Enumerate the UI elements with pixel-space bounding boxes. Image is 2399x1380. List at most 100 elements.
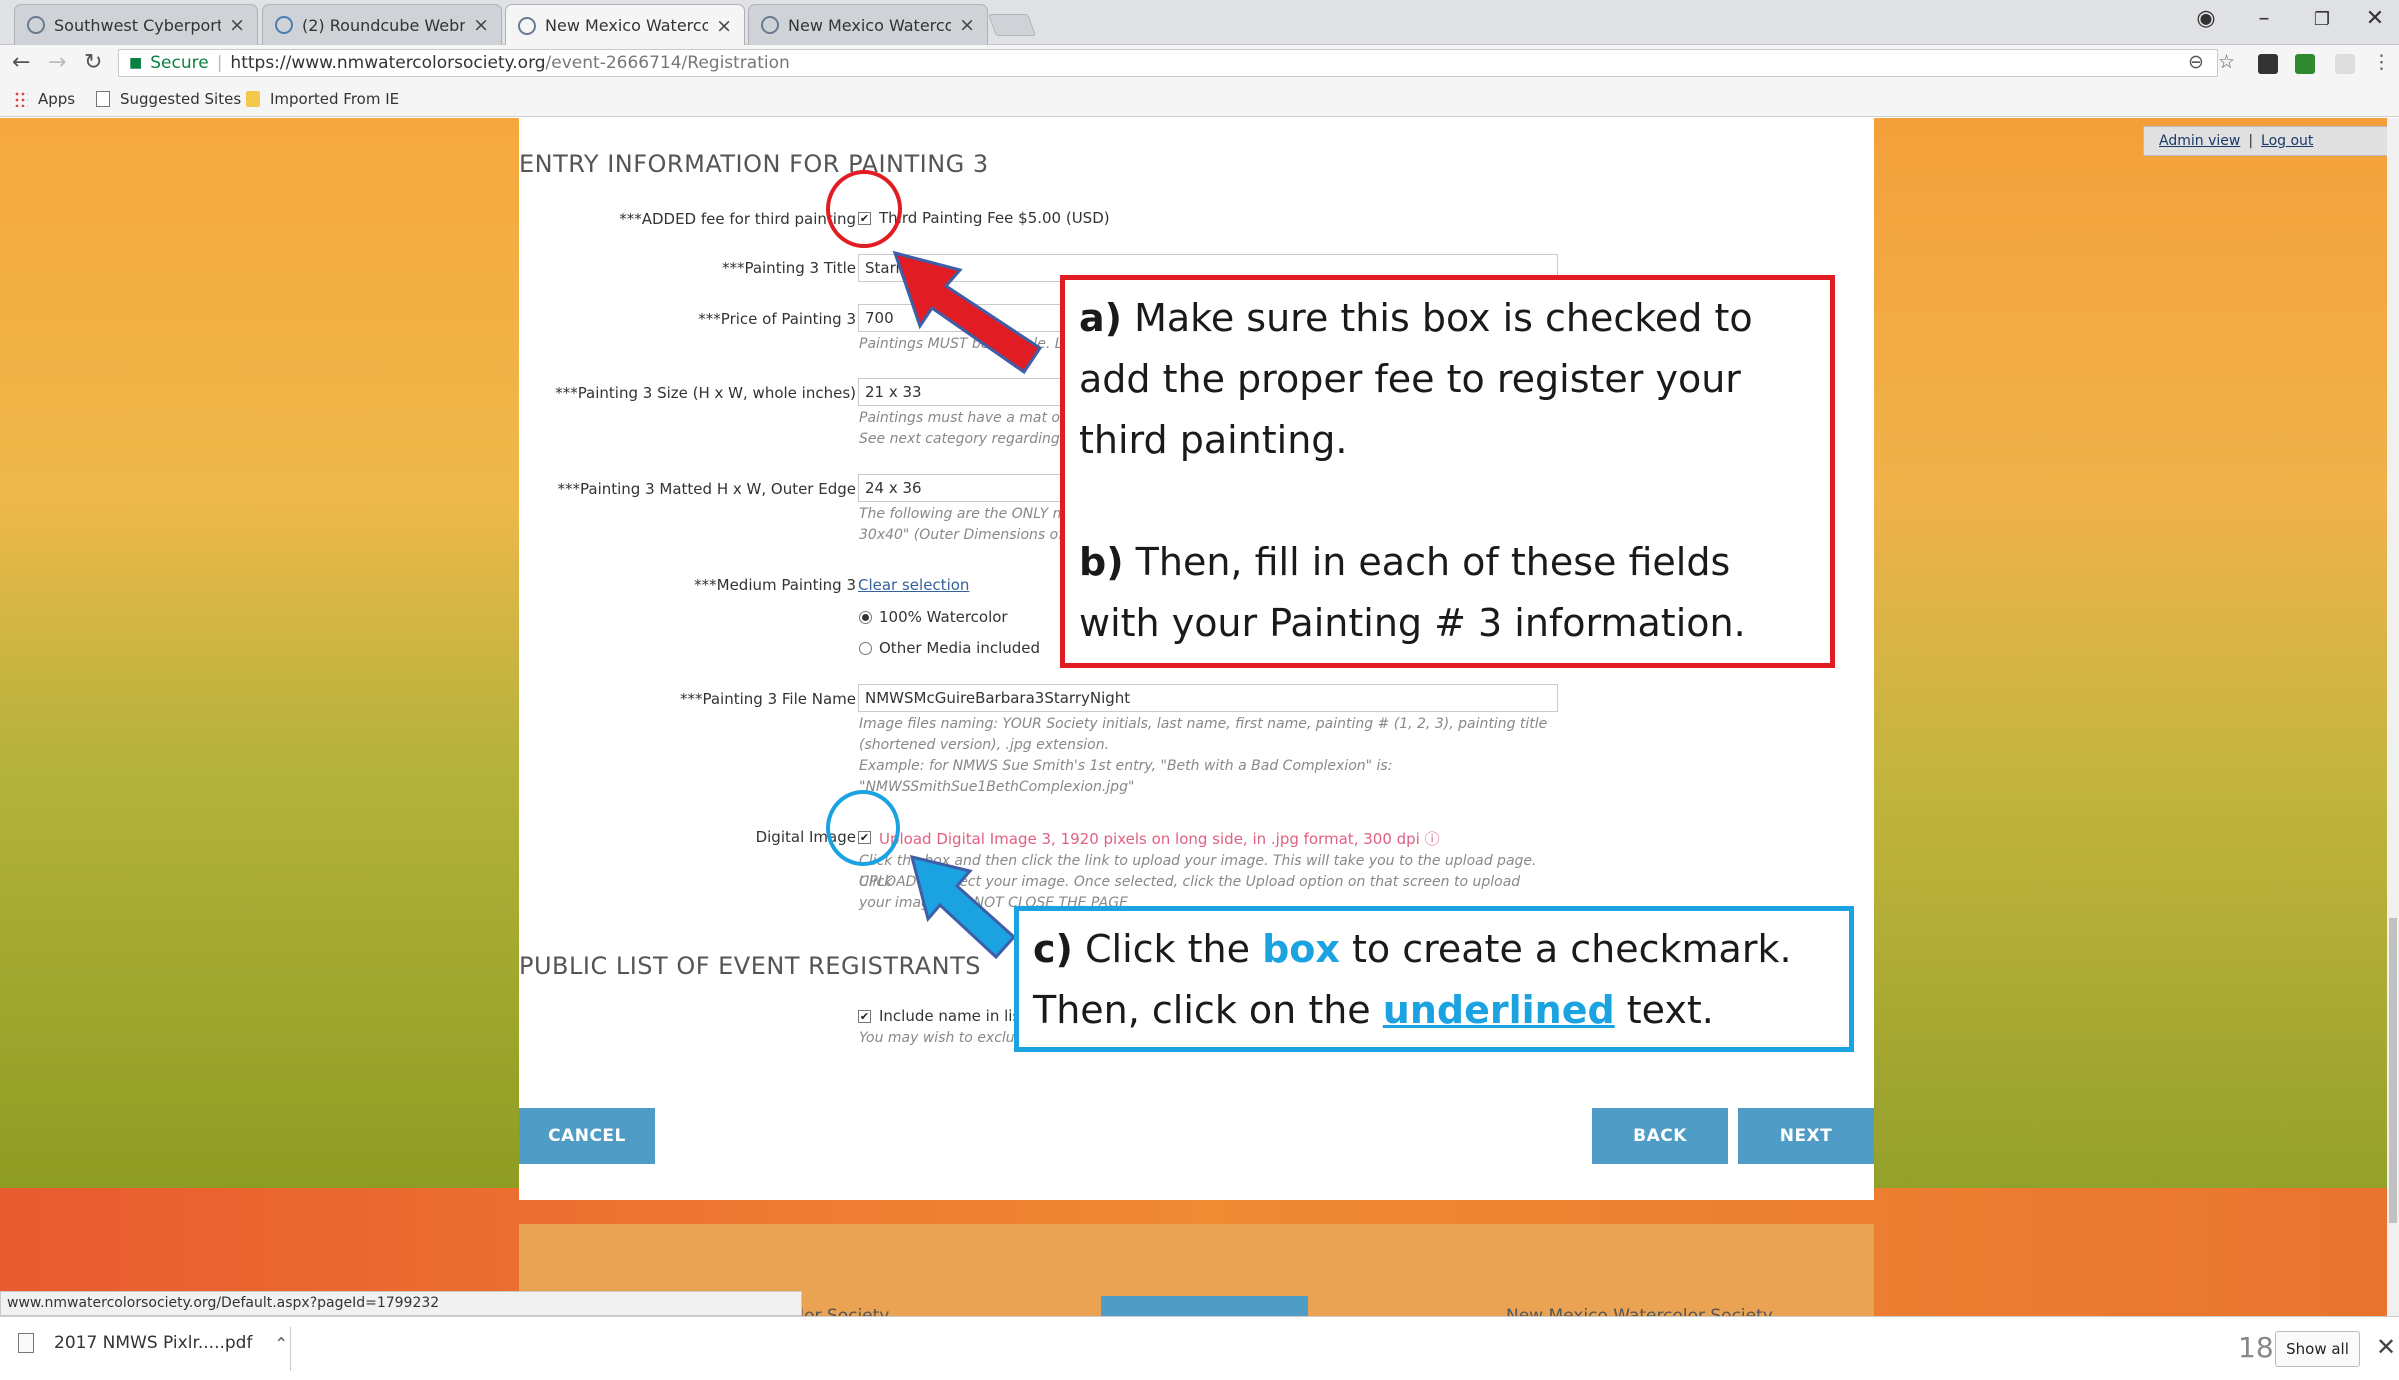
tab-title: New Mexico Watercolor <box>788 15 951 35</box>
file-help-1: Image files naming: YOUR Society initial… <box>859 716 1548 732</box>
globe-icon <box>761 16 779 34</box>
section-title-entry: ENTRY INFORMATION FOR PAINTING 3 <box>519 150 989 178</box>
secure-label: Secure <box>150 53 209 73</box>
url-host: https://www.nmwatercolorsociety.org <box>230 53 546 73</box>
file-help-3: Example: for NMWS Sue Smith's 1st entry,… <box>859 758 1393 774</box>
admin-separator: | <box>2248 133 2254 149</box>
callout-c-box: box <box>1262 927 1340 971</box>
folder-icon <box>246 91 260 107</box>
lock-icon: ■ <box>129 55 143 71</box>
menu-icon[interactable]: ⋮ <box>2372 51 2391 73</box>
bookmark-star-icon[interactable]: ☆ <box>2218 51 2235 73</box>
back-arrow-icon[interactable]: ← <box>12 50 30 75</box>
background-art-right <box>1874 118 2399 1198</box>
new-tab-button[interactable] <box>987 14 1037 36</box>
pdf-file-icon <box>18 1333 34 1353</box>
annotation-callout-a: a) Make sure this box is checked to add … <box>1060 275 1835 668</box>
radio-100-watercolor[interactable] <box>859 611 872 624</box>
radio-label-watercolor: 100% Watercolor <box>879 608 1008 626</box>
footer-right-text: New Mexico Watercolor Society <box>1506 1306 1773 1316</box>
fee-option-label: Third Painting Fee $5.00 (USD) <box>879 209 1110 227</box>
address-bar: ← → ↻ ■ Secure | https://www.nmwatercolo… <box>0 45 2399 82</box>
radio-other-media[interactable] <box>859 642 872 655</box>
include-name-checkbox[interactable]: ✔ <box>858 1010 871 1023</box>
extension-shield-icon[interactable] <box>2295 54 2315 74</box>
roundcube-icon <box>275 16 293 34</box>
tab-roundcube[interactable]: (2) Roundcube Webmail × <box>262 4 502 45</box>
apps-grid-icon <box>14 91 28 107</box>
size-label: ***Painting 3 Size (H x W, whole inches) <box>555 384 856 402</box>
url-path: /event-2666714/Registration <box>545 53 790 73</box>
restore-button[interactable]: ❐ <box>2302 9 2342 30</box>
bookmark-imported-from-ie[interactable]: Imported From IE <box>246 90 399 108</box>
minimize-button[interactable]: – <box>2244 6 2284 31</box>
globe-icon <box>27 16 45 34</box>
footer-button[interactable] <box>1101 1296 1308 1316</box>
admin-view-link[interactable]: Admin view <box>2159 133 2240 149</box>
close-download-bar-icon[interactable]: ✕ <box>2376 1333 2396 1361</box>
matted-label: ***Painting 3 Matted H x W, Outer Edge <box>557 480 856 498</box>
close-tab-icon[interactable]: × <box>229 14 245 36</box>
download-item[interactable]: 2017 NMWS Pixlr.....pdf ⌃ <box>18 1333 288 1353</box>
file-help-2: (shortened version), .jpg extension. <box>859 737 1110 753</box>
extension-icon[interactable] <box>2258 54 2278 74</box>
annotation-blue-arrow <box>909 854 1017 960</box>
profile-icon[interactable]: ◉ <box>2186 6 2226 31</box>
callout-c-underlined: underlined <box>1382 988 1615 1032</box>
forward-arrow-icon[interactable]: → <box>48 50 66 75</box>
show-all-button[interactable]: Show all <box>2275 1331 2360 1367</box>
back-button[interactable]: BACK <box>1592 1108 1728 1164</box>
reload-icon[interactable]: ↻ <box>84 50 102 75</box>
footer-left-text: olor Society <box>789 1306 890 1316</box>
zoom-icon[interactable]: ⊖ <box>2188 51 2204 73</box>
tab-title: Southwest Cyberport: W <box>54 15 222 35</box>
download-bar: 2017 NMWS Pixlr.....pdf ⌃ 18 Show all ✕ <box>0 1316 2399 1380</box>
next-button[interactable]: NEXT <box>1738 1108 1874 1164</box>
callout-a-lead: a) <box>1079 296 1123 340</box>
file-help-4: "NMWSSmithSue1BethComplexion.jpg" <box>859 779 1135 795</box>
bookmark-apps[interactable]: Apps <box>14 90 75 108</box>
tab-nmws-active[interactable]: New Mexico Watercolor × <box>505 4 745 46</box>
annotation-blue-circle <box>826 790 900 866</box>
globe-icon <box>518 16 536 35</box>
url-input[interactable]: ■ Secure | https://www.nmwatercolorsocie… <box>118 49 2218 77</box>
callout-c-text-3: text. <box>1614 988 1714 1032</box>
page-icon <box>96 91 110 107</box>
callout-c-lead: c) <box>1033 927 1073 971</box>
annotation-red-arrow <box>892 250 1043 375</box>
close-tab-icon[interactable]: × <box>716 15 732 37</box>
scrollbar-thumb[interactable] <box>2389 918 2397 1223</box>
close-window-button[interactable]: ✕ <box>2355 6 2395 31</box>
admin-bar: Admin view | Log out <box>2143 126 2389 156</box>
extension-pdf-icon[interactable] <box>2335 54 2355 74</box>
callout-b-lead: b) <box>1079 540 1124 584</box>
annotation-callout-c: c) Click the box to create a checkmark. … <box>1014 906 1854 1052</box>
radio-label-other-media: Other Media included <box>879 639 1041 657</box>
price-label: ***Price of Painting 3 <box>698 310 856 328</box>
title-label: ***Painting 3 Title <box>721 259 856 277</box>
url-separator: | <box>216 53 223 73</box>
bookmark-label: Imported From IE <box>270 90 400 108</box>
file-name-input[interactable]: NMWSMcGuireBarbara3StarryNight <box>858 684 1558 712</box>
close-tab-icon[interactable]: × <box>959 14 975 36</box>
medium-label: ***Medium Painting 3 <box>694 576 856 594</box>
callout-b-text: Then, fill in each of these fields with … <box>1079 540 1746 645</box>
bookmarks-bar: Apps Suggested Sites Imported From IE <box>0 82 2399 117</box>
bookmark-suggested-sites[interactable]: Suggested Sites <box>96 90 241 108</box>
cancel-button[interactable]: CANCEL <box>519 1108 655 1164</box>
close-tab-icon[interactable]: × <box>473 14 489 36</box>
include-name-label: Include name in list <box>879 1007 1027 1025</box>
callout-a-text: Make sure this box is checked to add the… <box>1079 296 1753 462</box>
chevron-up-icon[interactable]: ⌃ <box>274 1334 287 1353</box>
tab-nmws[interactable]: New Mexico Watercolor × <box>748 4 988 45</box>
download-separator <box>290 1327 291 1371</box>
fee-label: ***ADDED fee for third painting <box>619 210 856 228</box>
status-url: www.nmwatercolorsociety.org/Default.aspx… <box>0 1291 802 1316</box>
tab-title: (2) Roundcube Webmail <box>302 15 465 35</box>
tab-title: New Mexico Watercolor <box>545 16 708 35</box>
download-filename: 2017 NMWS Pixlr.....pdf <box>54 1333 253 1353</box>
clear-selection-link[interactable]: Clear selection <box>858 576 969 594</box>
log-out-link[interactable]: Log out <box>2261 133 2313 149</box>
upload-digital-image-link[interactable]: Upload Digital Image 3, 1920 pixels on l… <box>879 828 1440 849</box>
tab-southwest-cyberport[interactable]: Southwest Cyberport: W × <box>14 4 258 45</box>
